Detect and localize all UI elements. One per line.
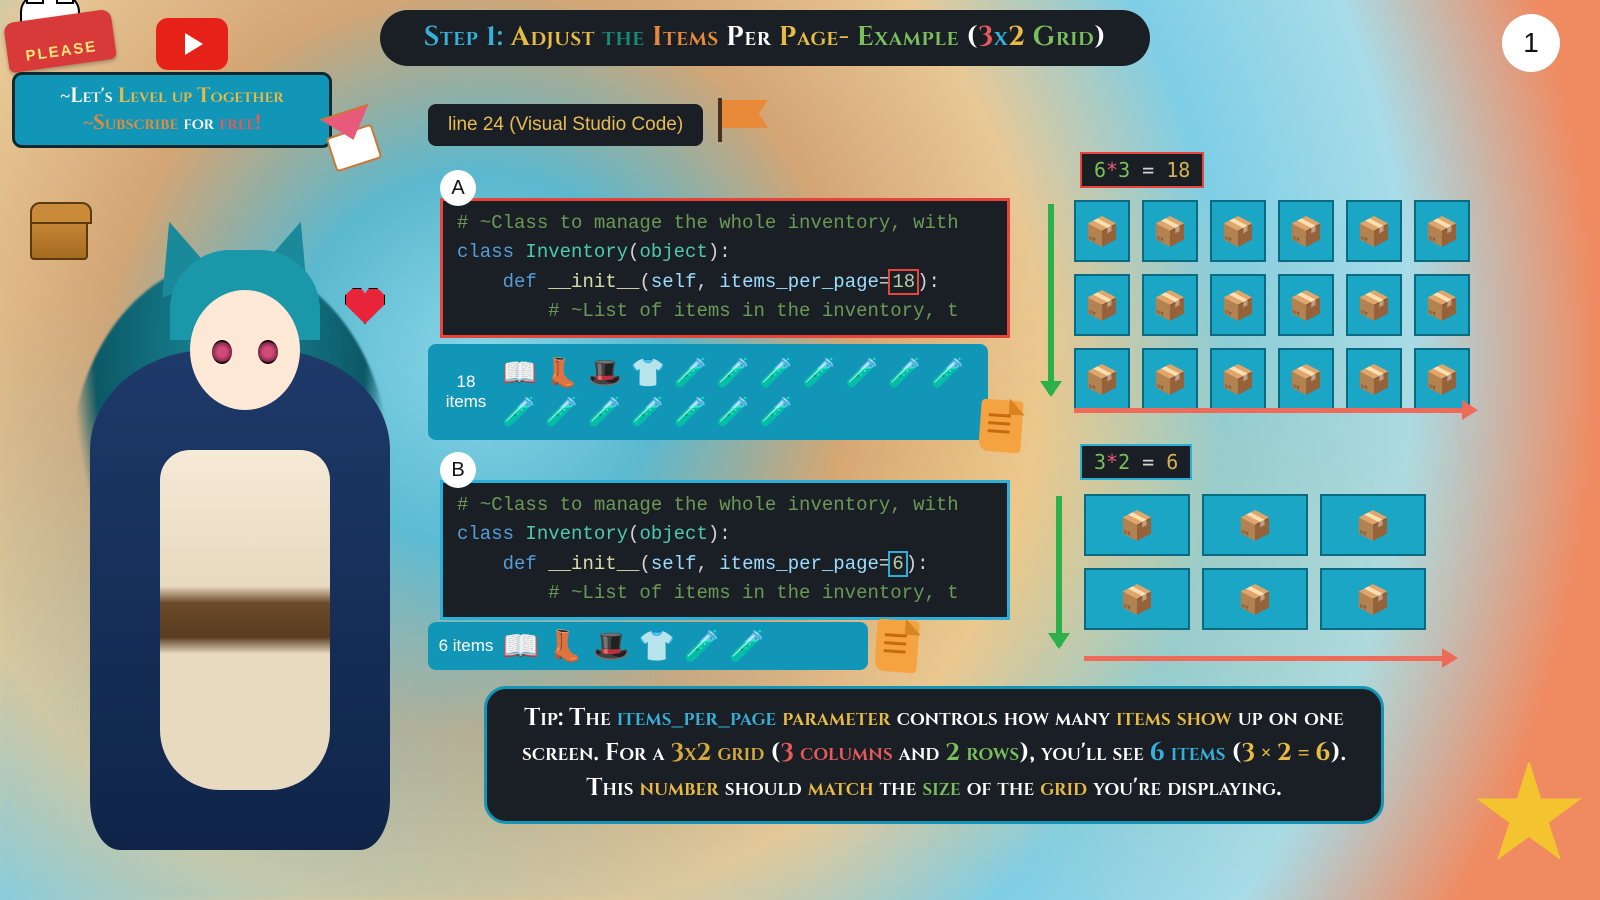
slot-grid-a: 📦📦📦📦📦📦📦📦📦📦📦📦📦📦📦📦📦📦 (1074, 200, 1470, 410)
inventory-slot: 📦 (1210, 200, 1266, 262)
flag-icon (718, 98, 772, 142)
item-icon: 🧪 (931, 356, 966, 389)
item-icon: 🧪 (888, 356, 923, 389)
inventory-slot: 📦 (1074, 274, 1130, 336)
inventory-slot: 📦 (1278, 200, 1334, 262)
strip-b-icons: 📖👢🎩👕🧪🧪 (502, 629, 858, 664)
inventory-slot: 📦 (1414, 274, 1470, 336)
value-b-highlight: 6 (890, 553, 905, 575)
item-icon: 🧪 (802, 356, 837, 389)
inventory-slot: 📦 (1074, 200, 1130, 262)
inventory-slot: 📦 (1346, 274, 1402, 336)
youtube-icon[interactable] (156, 18, 228, 70)
inventory-slot: 📦 (1202, 494, 1308, 556)
item-icon: 🎩 (593, 629, 630, 664)
strip-b-label: 6 items (438, 636, 494, 656)
tip-box: Tip: The items_per_page parameter contro… (484, 686, 1384, 824)
inventory-slot: 📦 (1142, 200, 1198, 262)
subscribe-box[interactable]: ~Let's Level up Together ~Subscribe for … (12, 72, 332, 148)
inventory-slot: 📦 (1210, 348, 1266, 410)
code-block-a: # ~Class to manage the whole inventory, … (440, 198, 1010, 338)
label-b-circle: B (440, 452, 476, 488)
inventory-slot: 📦 (1278, 348, 1334, 410)
strip-a-label: 18 items (438, 372, 494, 413)
inventory-slot: 📦 (1084, 494, 1190, 556)
step-title: Step 1: Adjust the Items Per Page- Examp… (380, 10, 1150, 66)
item-strip-a: 18 items 📖👢🎩👕🧪🧪🧪🧪🧪🧪🧪🧪🧪🧪🧪🧪🧪🧪 (428, 344, 988, 440)
inventory-slot: 📦 (1084, 568, 1190, 630)
item-icon: 🧪 (683, 629, 720, 664)
item-icon: 🧪 (631, 395, 666, 428)
item-strip-b: 6 items 📖👢🎩👕🧪🧪 (428, 622, 868, 670)
item-icon: 🎩 (588, 356, 623, 389)
chest-icon (30, 216, 88, 260)
grid-b-equation: 3*2 = 6 (1080, 444, 1192, 480)
label-a-circle: A (440, 170, 476, 206)
line-reference: line 24 (Visual Studio Code) (428, 104, 703, 146)
item-icon: 🧪 (845, 356, 880, 389)
inventory-slot: 📦 (1210, 274, 1266, 336)
green-arrow-down-a (1048, 204, 1054, 394)
item-icon: 📖 (502, 356, 537, 389)
grid-a-equation: 6*3 = 18 (1080, 152, 1204, 188)
value-a-highlight: 18 (890, 271, 917, 293)
slot-grid-b: 📦📦📦📦📦📦 (1084, 494, 1426, 630)
item-icon: 👢 (545, 356, 580, 389)
subscribe-line2: ~Subscribe for free! (83, 110, 260, 137)
item-icon: 🧪 (502, 395, 537, 428)
strip-a-icons: 📖👢🎩👕🧪🧪🧪🧪🧪🧪🧪🧪🧪🧪🧪🧪🧪🧪 (502, 356, 978, 428)
item-icon: 🧪 (674, 356, 709, 389)
item-icon: 🧪 (545, 395, 580, 428)
item-icon: 🧪 (674, 395, 709, 428)
green-arrow-down-b (1056, 496, 1062, 646)
note-icon (978, 399, 1024, 454)
subscribe-line1: ~Let's Level up Together (60, 83, 283, 110)
inventory-slot: 📦 (1202, 568, 1308, 630)
inventory-slot: 📦 (1142, 274, 1198, 336)
red-arrow-right-b (1084, 656, 1454, 661)
note-icon-2 (874, 619, 920, 674)
inventory-slot: 📦 (1320, 494, 1426, 556)
item-icon: 👕 (638, 629, 675, 664)
item-icon: 🧪 (588, 395, 623, 428)
item-icon: 🧪 (716, 356, 751, 389)
item-icon: 🧪 (759, 395, 794, 428)
inventory-slot: 📦 (1074, 348, 1130, 410)
item-icon: 🧪 (729, 629, 766, 664)
inventory-slot: 📦 (1142, 348, 1198, 410)
item-icon: 🧪 (716, 395, 751, 428)
item-icon: 👢 (547, 629, 584, 664)
page-number: 1 (1502, 14, 1560, 72)
inventory-slot: 📦 (1346, 348, 1402, 410)
inventory-slot: 📦 (1346, 200, 1402, 262)
inventory-slot: 📦 (1320, 568, 1426, 630)
code-block-b: # ~Class to manage the whole inventory, … (440, 480, 1010, 620)
item-icon: 👕 (631, 356, 666, 389)
red-arrow-right-a (1074, 408, 1474, 413)
item-icon: 📖 (502, 629, 539, 664)
inventory-slot: 📦 (1414, 200, 1470, 262)
inventory-slot: 📦 (1278, 274, 1334, 336)
item-icon: 🧪 (759, 356, 794, 389)
